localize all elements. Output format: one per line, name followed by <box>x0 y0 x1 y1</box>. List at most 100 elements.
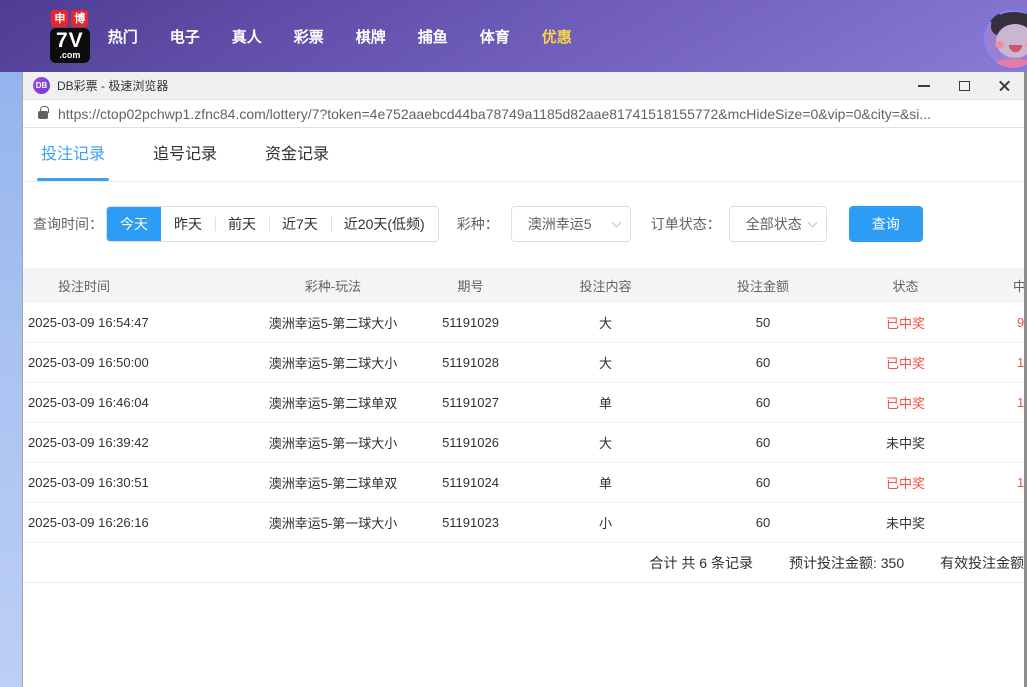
nav-item-chess[interactable]: 棋牌 <box>356 26 386 47</box>
cell-status: 已中奖 <box>838 353 973 372</box>
nav-item-hot[interactable]: 热门 <box>108 26 138 47</box>
cell-issue: 51191023 <box>418 515 523 530</box>
nav-item-promo[interactable]: 优惠 <box>542 26 572 47</box>
cell-issue: 51191027 <box>418 395 523 410</box>
page-content: 投注记录 追号记录 资金记录 查询时间： 今天 昨天 前天 近7天 近20天(低… <box>23 128 1024 686</box>
cell-time: 2025-03-09 16:46:04 <box>23 395 248 410</box>
table-header-row: 投注时间 彩种-玩法 期号 投注内容 投注金额 状态 中奖金额 <box>23 268 1024 303</box>
site-nav: 热门 电子 真人 彩票 棋牌 捕鱼 体育 优惠 <box>108 26 572 47</box>
cell-issue: 51191026 <box>418 435 523 450</box>
cell-amount: 60 <box>688 395 838 410</box>
cell-prize: 1 <box>973 395 1024 410</box>
logo-main-text: 7V <box>56 30 84 51</box>
nav-item-lottery[interactable]: 彩票 <box>294 26 324 47</box>
nav-item-slots[interactable]: 电子 <box>170 26 200 47</box>
header-lottery-play: 彩种-玩法 <box>248 276 418 295</box>
cell-time: 2025-03-09 16:26:16 <box>23 515 248 530</box>
avatar-art <box>995 41 1004 48</box>
time-option-20days[interactable]: 近20天(低频) <box>331 207 438 241</box>
window-titlebar: DB DB彩票 - 极速浏览器 <box>23 72 1024 100</box>
cell-status: 已中奖 <box>838 393 973 412</box>
cell-status: 未中奖 <box>838 513 973 532</box>
time-option-yesterday[interactable]: 昨天 <box>161 207 215 241</box>
cell-time: 2025-03-09 16:30:51 <box>23 475 248 490</box>
cell-play: 澳洲幸运5-第二球大小 <box>248 353 418 372</box>
cell-prize: 9 <box>973 315 1024 330</box>
avatar[interactable] <box>982 8 1027 70</box>
cell-status: 已中奖 <box>838 473 973 492</box>
cell-content: 大 <box>523 433 688 452</box>
order-status-select[interactable]: 全部状态 <box>729 206 827 242</box>
time-filter-label: 查询时间： <box>33 214 103 234</box>
cell-content: 大 <box>523 313 688 332</box>
cell-play: 澳洲幸运5-第二球单双 <box>248 393 418 412</box>
cell-content: 单 <box>523 473 688 492</box>
logo-badges: 申 博 <box>50 10 90 27</box>
cell-prize: 1 <box>973 355 1024 370</box>
table-row: 2025-03-09 16:30:51澳洲幸运5-第二球单双51191024单6… <box>23 463 1024 503</box>
tab-chase-records[interactable]: 追号记录 <box>151 140 219 181</box>
browser-window: DB DB彩票 - 极速浏览器 https://ctop02pchwp1.zfn… <box>22 72 1027 687</box>
lottery-select-value: 澳洲幸运5 <box>528 214 613 234</box>
table-row: 2025-03-09 16:50:00澳洲幸运5-第二球大小51191028大6… <box>23 343 1024 383</box>
browser-app-icon: DB <box>33 77 50 94</box>
time-option-daybefore[interactable]: 前天 <box>215 207 269 241</box>
filter-bar: 查询时间： 今天 昨天 前天 近7天 近20天(低频) 彩种： 澳洲幸运5 订单… <box>33 206 1024 242</box>
chevron-down-icon <box>807 218 817 228</box>
nav-item-sports[interactable]: 体育 <box>480 26 510 47</box>
cell-play: 澳洲幸运5-第一球大小 <box>248 433 418 452</box>
site-logo[interactable]: 申 博 7V .com <box>50 10 90 63</box>
minimize-button[interactable] <box>904 72 944 99</box>
tab-fund-records[interactable]: 资金记录 <box>263 140 331 181</box>
cell-issue: 51191029 <box>418 315 523 330</box>
table-row: 2025-03-09 16:46:04澳洲幸运5-第二球单双51191027单6… <box>23 383 1024 423</box>
minimize-icon <box>918 85 930 87</box>
cell-amount: 60 <box>688 515 838 530</box>
table-row: 2025-03-09 16:39:42澳洲幸运5-第一球大小51191026大6… <box>23 423 1024 463</box>
record-tabs: 投注记录 追号记录 资金记录 <box>23 128 1024 182</box>
close-button[interactable] <box>984 72 1024 99</box>
footer-expected-amount: 预计投注金额: 350 <box>789 553 904 573</box>
footer-total-records: 合计 共 6 条记录 <box>650 553 753 573</box>
logo-badge-shen: 申 <box>51 10 68 27</box>
cell-amount: 50 <box>688 315 838 330</box>
cell-play: 澳洲幸运5-第一球大小 <box>248 513 418 532</box>
time-option-7days[interactable]: 近7天 <box>269 207 331 241</box>
cell-prize: 1 <box>973 475 1024 490</box>
lottery-select[interactable]: 澳洲幸运5 <box>511 206 631 242</box>
query-button[interactable]: 查询 <box>849 206 923 242</box>
tab-bet-records[interactable]: 投注记录 <box>39 140 107 181</box>
header-issue: 期号 <box>418 276 523 295</box>
cell-amount: 60 <box>688 435 838 450</box>
status-filter-label: 订单状态： <box>651 214 721 234</box>
cell-status: 未中奖 <box>838 433 973 452</box>
nav-item-fishing[interactable]: 捕鱼 <box>418 26 448 47</box>
table-row: 2025-03-09 16:54:47澳洲幸运5-第二球大小51191029大5… <box>23 303 1024 343</box>
close-icon <box>998 79 1011 92</box>
window-title: DB彩票 - 极速浏览器 <box>57 77 168 94</box>
cell-amount: 60 <box>688 475 838 490</box>
lottery-filter-label: 彩种： <box>457 214 499 234</box>
cell-time: 2025-03-09 16:39:42 <box>23 435 248 450</box>
time-option-today[interactable]: 今天 <box>107 207 161 241</box>
table-footer: 合计 共 6 条记录 预计投注金额: 350 有效投注金额: <box>23 543 1024 583</box>
logo-badge-bo: 博 <box>71 10 88 27</box>
avatar-art <box>992 59 1027 70</box>
cell-content: 大 <box>523 353 688 372</box>
header-bet-time: 投注时间 <box>23 276 248 295</box>
screen: 申 博 7V .com 热门 电子 真人 彩票 棋牌 捕鱼 体育 优惠 <box>0 0 1027 687</box>
table-row: 2025-03-09 16:26:16澳洲幸运5-第一球大小51191023小6… <box>23 503 1024 543</box>
logo-sub-text: .com <box>59 51 80 60</box>
bet-records-table: 投注时间 彩种-玩法 期号 投注内容 投注金额 状态 中奖金额 2025-03-… <box>23 268 1024 583</box>
cell-issue: 51191024 <box>418 475 523 490</box>
cell-status: 已中奖 <box>838 313 973 332</box>
nav-item-live[interactable]: 真人 <box>232 26 262 47</box>
site-header: 申 博 7V .com 热门 电子 真人 彩票 棋牌 捕鱼 体育 优惠 <box>0 0 1027 72</box>
cell-time: 2025-03-09 16:50:00 <box>23 355 248 370</box>
time-range-group: 今天 昨天 前天 近7天 近20天(低频) <box>106 206 439 242</box>
address-bar[interactable]: https://ctop02pchwp1.zfnc84.com/lottery/… <box>23 100 1024 128</box>
order-status-value: 全部状态 <box>746 214 809 234</box>
header-status: 状态 <box>838 276 973 295</box>
url-text[interactable]: https://ctop02pchwp1.zfnc84.com/lottery/… <box>58 106 931 122</box>
maximize-button[interactable] <box>944 72 984 99</box>
